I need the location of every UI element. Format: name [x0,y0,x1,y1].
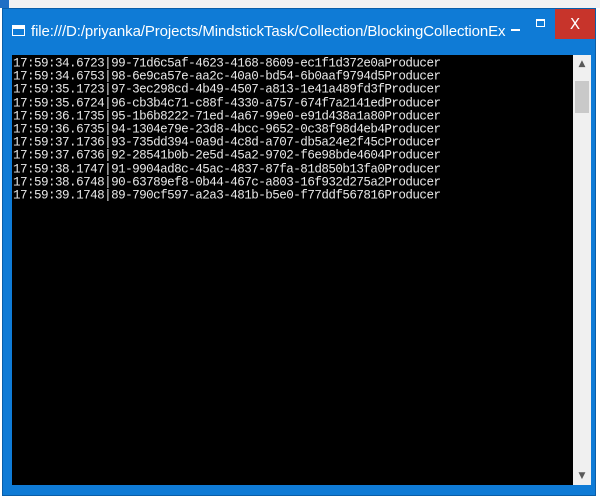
console-line: 17:59:39.1748|89-790cf597-a2a3-481b-b5e0… [13,187,441,203]
vertical-scrollbar[interactable]: ▲ ▼ [573,55,591,485]
close-button[interactable]: X [555,9,595,39]
maximize-icon [536,19,545,27]
background-corner [0,0,9,8]
scroll-thumb[interactable] [575,81,589,113]
window-bottom-border [3,485,595,495]
console-output[interactable]: 17:59:34.6723|99-71d6c5af-4623-4168-8609… [12,55,573,485]
console-window: file:///D:/priyanka/Projects/MindstickTa… [2,8,596,496]
console-app-icon[interactable] [12,25,25,36]
maximize-button[interactable] [529,9,553,43]
scroll-down-icon[interactable]: ▼ [573,467,591,485]
close-icon: X [569,15,581,33]
background-sliver [0,0,600,8]
title-bar[interactable]: file:///D:/priyanka/Projects/MindstickTa… [3,9,595,55]
minimize-button[interactable] [505,9,527,43]
minimize-icon [511,29,520,31]
scroll-up-icon[interactable]: ▲ [573,55,591,73]
window-title: file:///D:/priyanka/Projects/MindstickTa… [31,23,506,40]
